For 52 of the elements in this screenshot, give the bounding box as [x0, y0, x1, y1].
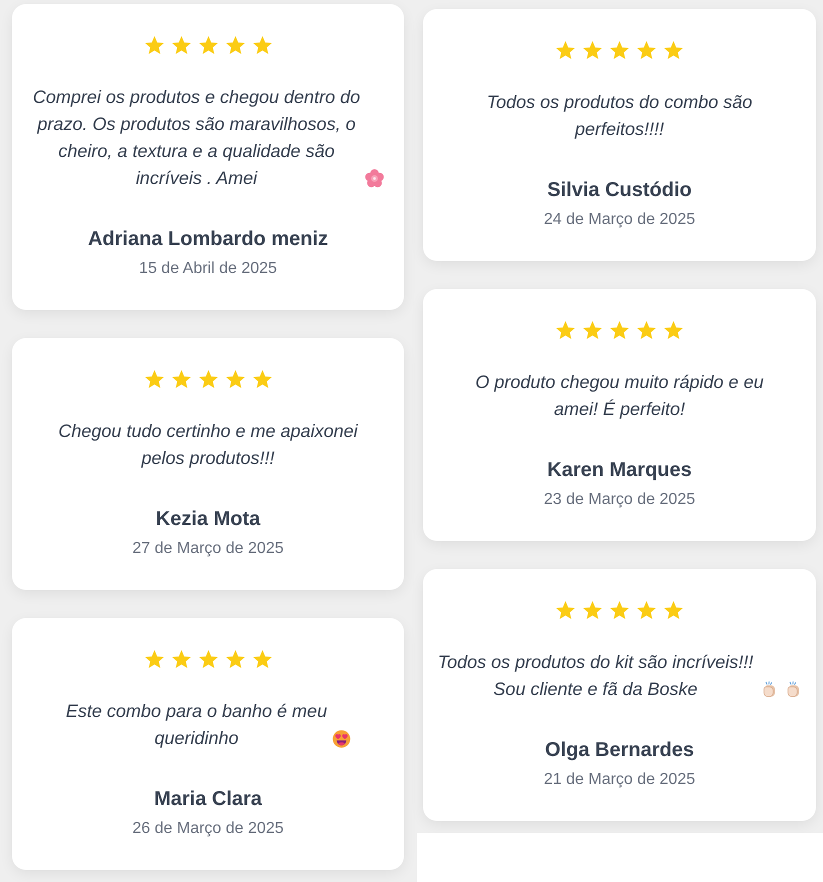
clapping-hands-icon: [785, 681, 802, 698]
review-text: Este combo para o banho é meu queridinho: [65, 700, 328, 750]
review-text: Todos os produtos do combo são perfeitos!!!!: [486, 92, 752, 139]
reviewer-name: Kezia Mota: [156, 507, 260, 532]
star-icon: [198, 36, 218, 54]
review-date: 23 de Março de 2025: [544, 490, 696, 510]
star-icon: [556, 321, 575, 339]
star-icon: [664, 601, 683, 619]
star-icon: [664, 41, 683, 59]
star-icon: [556, 601, 575, 619]
star-icon: [172, 370, 190, 388]
star-icon: [172, 650, 190, 668]
star-icon: [583, 601, 602, 619]
star-icon: [144, 650, 164, 668]
reviewer-name: Silvia Custódio: [547, 178, 692, 203]
star-icon: [198, 650, 218, 668]
reviewer-name: Olga Bernardes: [545, 738, 694, 763]
review-text: Chegou tudo certinho e me apaixonei pelos produtos!!!: [58, 421, 358, 468]
star-icon: [144, 36, 164, 54]
star-icon: [610, 41, 629, 59]
review-date: 26 de Março de 2025: [132, 819, 284, 839]
star-icon: [226, 370, 244, 388]
star-icon: [198, 370, 218, 388]
reviewer-name: Maria Clara: [154, 787, 262, 812]
star-icon: [252, 36, 272, 54]
heart-eyes-face-icon: [332, 729, 351, 748]
review-date: 15 de Abril de 2025: [139, 259, 277, 279]
review-text: Comprei os produtos e chegou dentro do prazo. Os produtos são maravilhosos, o cheiro, a textura e a qualidade são incríveis . Amei: [32, 86, 361, 190]
star-icon: [610, 601, 629, 619]
flower-icon: [365, 169, 384, 188]
star-icon: [556, 41, 575, 59]
star-icon: [252, 370, 272, 388]
review-date: 24 de Março de 2025: [544, 210, 696, 230]
review-text: O produto chegou muito rápido e eu amei! É perfeito!: [475, 372, 764, 419]
clapping-hands-icon: [761, 681, 778, 698]
star-icon: [664, 321, 683, 339]
star-icon: [172, 36, 190, 54]
star-icon: [252, 650, 272, 668]
star-icon: [583, 41, 602, 59]
star-icon: [144, 370, 164, 388]
star-icon: [637, 321, 656, 339]
star-icon: [583, 321, 602, 339]
reviewer-name: Karen Marques: [547, 458, 692, 483]
star-icon: [610, 321, 629, 339]
review-date: 27 de Março de 2025: [132, 539, 284, 559]
review-date: 21 de Março de 2025: [544, 770, 696, 790]
star-icon: [637, 601, 656, 619]
reviewer-name: Adriana Lombardo meniz: [88, 227, 328, 252]
star-icon: [637, 41, 656, 59]
star-icon: [226, 36, 244, 54]
star-icon: [226, 650, 244, 668]
review-text: Todos os produtos do kit são incríveis!!! Sou cliente e fã da Boske: [437, 651, 754, 701]
